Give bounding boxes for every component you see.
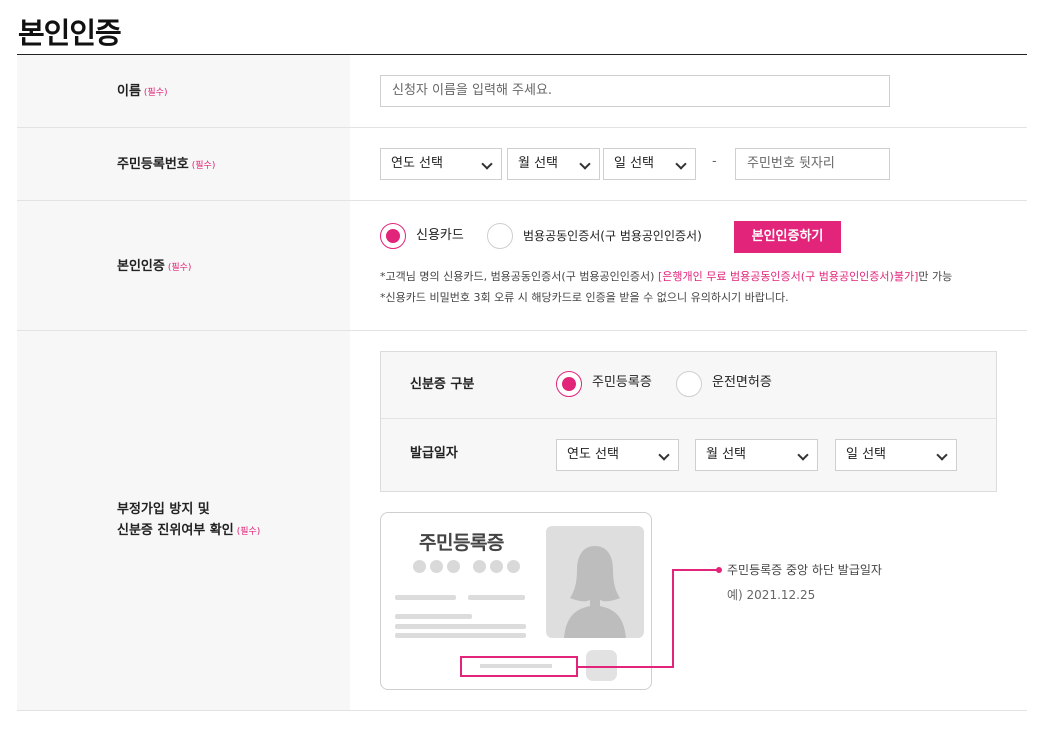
certificate-radio-label[interactable]: 범용공동인증서(구 범용공인인증서) xyxy=(523,226,702,246)
issue-day-select-value: 일 선택 xyxy=(846,447,887,462)
rrn-year-select[interactable]: 연도 선택 xyxy=(380,148,502,180)
callout-line xyxy=(577,666,674,668)
identity-label: 부정가입 방지 및 신분증 진위여부 확인 (필수) xyxy=(117,499,260,543)
auth-label: 본인인증 (필수) xyxy=(117,256,191,279)
callout-example: 예) 2021.12.25 xyxy=(727,588,816,602)
rrn-back-input[interactable]: 주민번호 뒷자리 xyxy=(735,148,890,180)
chevron-down-icon xyxy=(787,440,817,470)
card-dot xyxy=(430,560,443,573)
id-type-label: 신분증 구분 xyxy=(410,377,475,392)
driver-license-radio[interactable] xyxy=(676,371,702,397)
name-label: 이름 (필수) xyxy=(117,81,168,104)
resident-card-radio[interactable] xyxy=(556,371,582,397)
identity-label-cell: 부정가입 방지 및 신분증 진위여부 확인 (필수) xyxy=(17,331,350,710)
chevron-down-icon xyxy=(926,440,956,470)
required-mark: (필수) xyxy=(236,527,261,537)
issue-year-select[interactable]: 연도 선택 xyxy=(556,439,679,471)
verify-identity-button[interactable]: 본인인증하기 xyxy=(734,221,841,253)
id-card-title: 주민등록증 xyxy=(419,532,504,554)
credit-card-radio[interactable] xyxy=(380,223,406,249)
auth-note-2: *신용카드 비밀번호 3회 오류 시 해당카드로 인증을 받을 수 없으니 유의… xyxy=(380,291,789,304)
auth-note-1-highlight: [은행개인 무료 범용공동인증서(구 범용공인인증서)불가] xyxy=(657,270,919,283)
card-dot xyxy=(490,560,503,573)
required-mark: (필수) xyxy=(167,263,192,273)
callout-line xyxy=(672,569,718,571)
credit-card-radio-label[interactable]: 신용카드 xyxy=(416,226,464,246)
rrn-month-select-value: 월 선택 xyxy=(518,156,559,171)
callout-line xyxy=(672,569,674,668)
rrn-label-text: 주민등록번호 xyxy=(117,157,189,172)
chevron-down-icon xyxy=(471,149,501,179)
card-dot xyxy=(507,560,520,573)
auth-row: 본인인증 (필수) 신용카드 범용공동인증서(구 범용공인인증서) 본인인증하기 … xyxy=(17,201,1027,331)
card-bar xyxy=(395,624,526,629)
card-dot xyxy=(413,560,426,573)
rrn-separator: - xyxy=(712,154,717,169)
rrn-year-select-value: 연도 선택 xyxy=(391,156,443,171)
issue-month-select-value: 월 선택 xyxy=(706,447,747,462)
chevron-down-icon xyxy=(648,440,678,470)
certificate-radio[interactable] xyxy=(487,223,513,249)
auth-label-text: 본인인증 xyxy=(117,259,165,274)
card-bar xyxy=(468,595,525,600)
rrn-label-cell: 주민등록번호 (필수) xyxy=(17,128,350,200)
rrn-day-select[interactable]: 일 선택 xyxy=(603,148,696,180)
auth-note-1-prefix: *고객님 명의 신용카드, 범용공동인증서(구 범용공인인증서) xyxy=(380,270,658,283)
chevron-down-icon xyxy=(569,149,599,179)
card-bar xyxy=(395,614,472,619)
auth-note-1-suffix: 만 가능 xyxy=(918,270,953,283)
name-input[interactable]: 신청자 이름을 입력해 주세요. xyxy=(380,75,890,107)
callout-text: 주민등록증 중앙 하단 발급일자 xyxy=(727,563,882,577)
issue-month-select[interactable]: 월 선택 xyxy=(695,439,818,471)
page-title: 본인인증 xyxy=(18,16,122,50)
id-card-illustration: 주민등록증 xyxy=(380,512,652,690)
issue-year-select-value: 연도 선택 xyxy=(567,447,619,462)
name-label-text: 이름 xyxy=(117,84,141,99)
card-bar xyxy=(395,595,456,600)
auth-note-1: *고객님 명의 신용카드, 범용공동인증서(구 범용공인인증서) [은행개인 무… xyxy=(380,269,952,285)
required-mark: (필수) xyxy=(191,161,216,171)
name-label-cell: 이름 (필수) xyxy=(17,55,350,127)
issue-date-label: 발급일자 xyxy=(410,446,458,461)
rrn-month-select[interactable]: 월 선택 xyxy=(507,148,600,180)
issue-date-highlight-box xyxy=(460,656,578,677)
callout-dot xyxy=(716,567,722,573)
card-dot xyxy=(473,560,486,573)
chevron-down-icon xyxy=(665,149,695,179)
issue-day-select[interactable]: 일 선택 xyxy=(835,439,957,471)
id-type-panel: 신분증 구분 주민등록증 운전면허증 발급일자 연도 선택 월 선택 일 선택 xyxy=(380,351,997,492)
required-mark: (필수) xyxy=(143,88,168,98)
auth-label-cell: 본인인증 (필수) xyxy=(17,201,350,330)
rrn-label: 주민등록번호 (필수) xyxy=(117,154,215,177)
rrn-day-select-value: 일 선택 xyxy=(614,156,655,171)
id-panel-divider xyxy=(381,418,996,419)
card-bar xyxy=(395,633,526,638)
rrn-row: 주민등록번호 (필수) 연도 선택 월 선택 일 선택 - 주민번호 뒷자리 xyxy=(17,128,1027,201)
resident-card-radio-label[interactable]: 주민등록증 xyxy=(592,373,652,393)
issue-date-placeholder-bar xyxy=(480,664,552,668)
identity-label-line2: 신분증 진위여부 확인 xyxy=(117,523,234,538)
identity-label-line1: 부정가입 방지 및 xyxy=(117,502,210,517)
name-row: 이름 (필수) 신청자 이름을 입력해 주세요. xyxy=(17,55,1027,128)
person-silhouette-icon xyxy=(546,526,644,638)
card-dot xyxy=(447,560,460,573)
driver-license-radio-label[interactable]: 운전면허증 xyxy=(712,373,772,393)
